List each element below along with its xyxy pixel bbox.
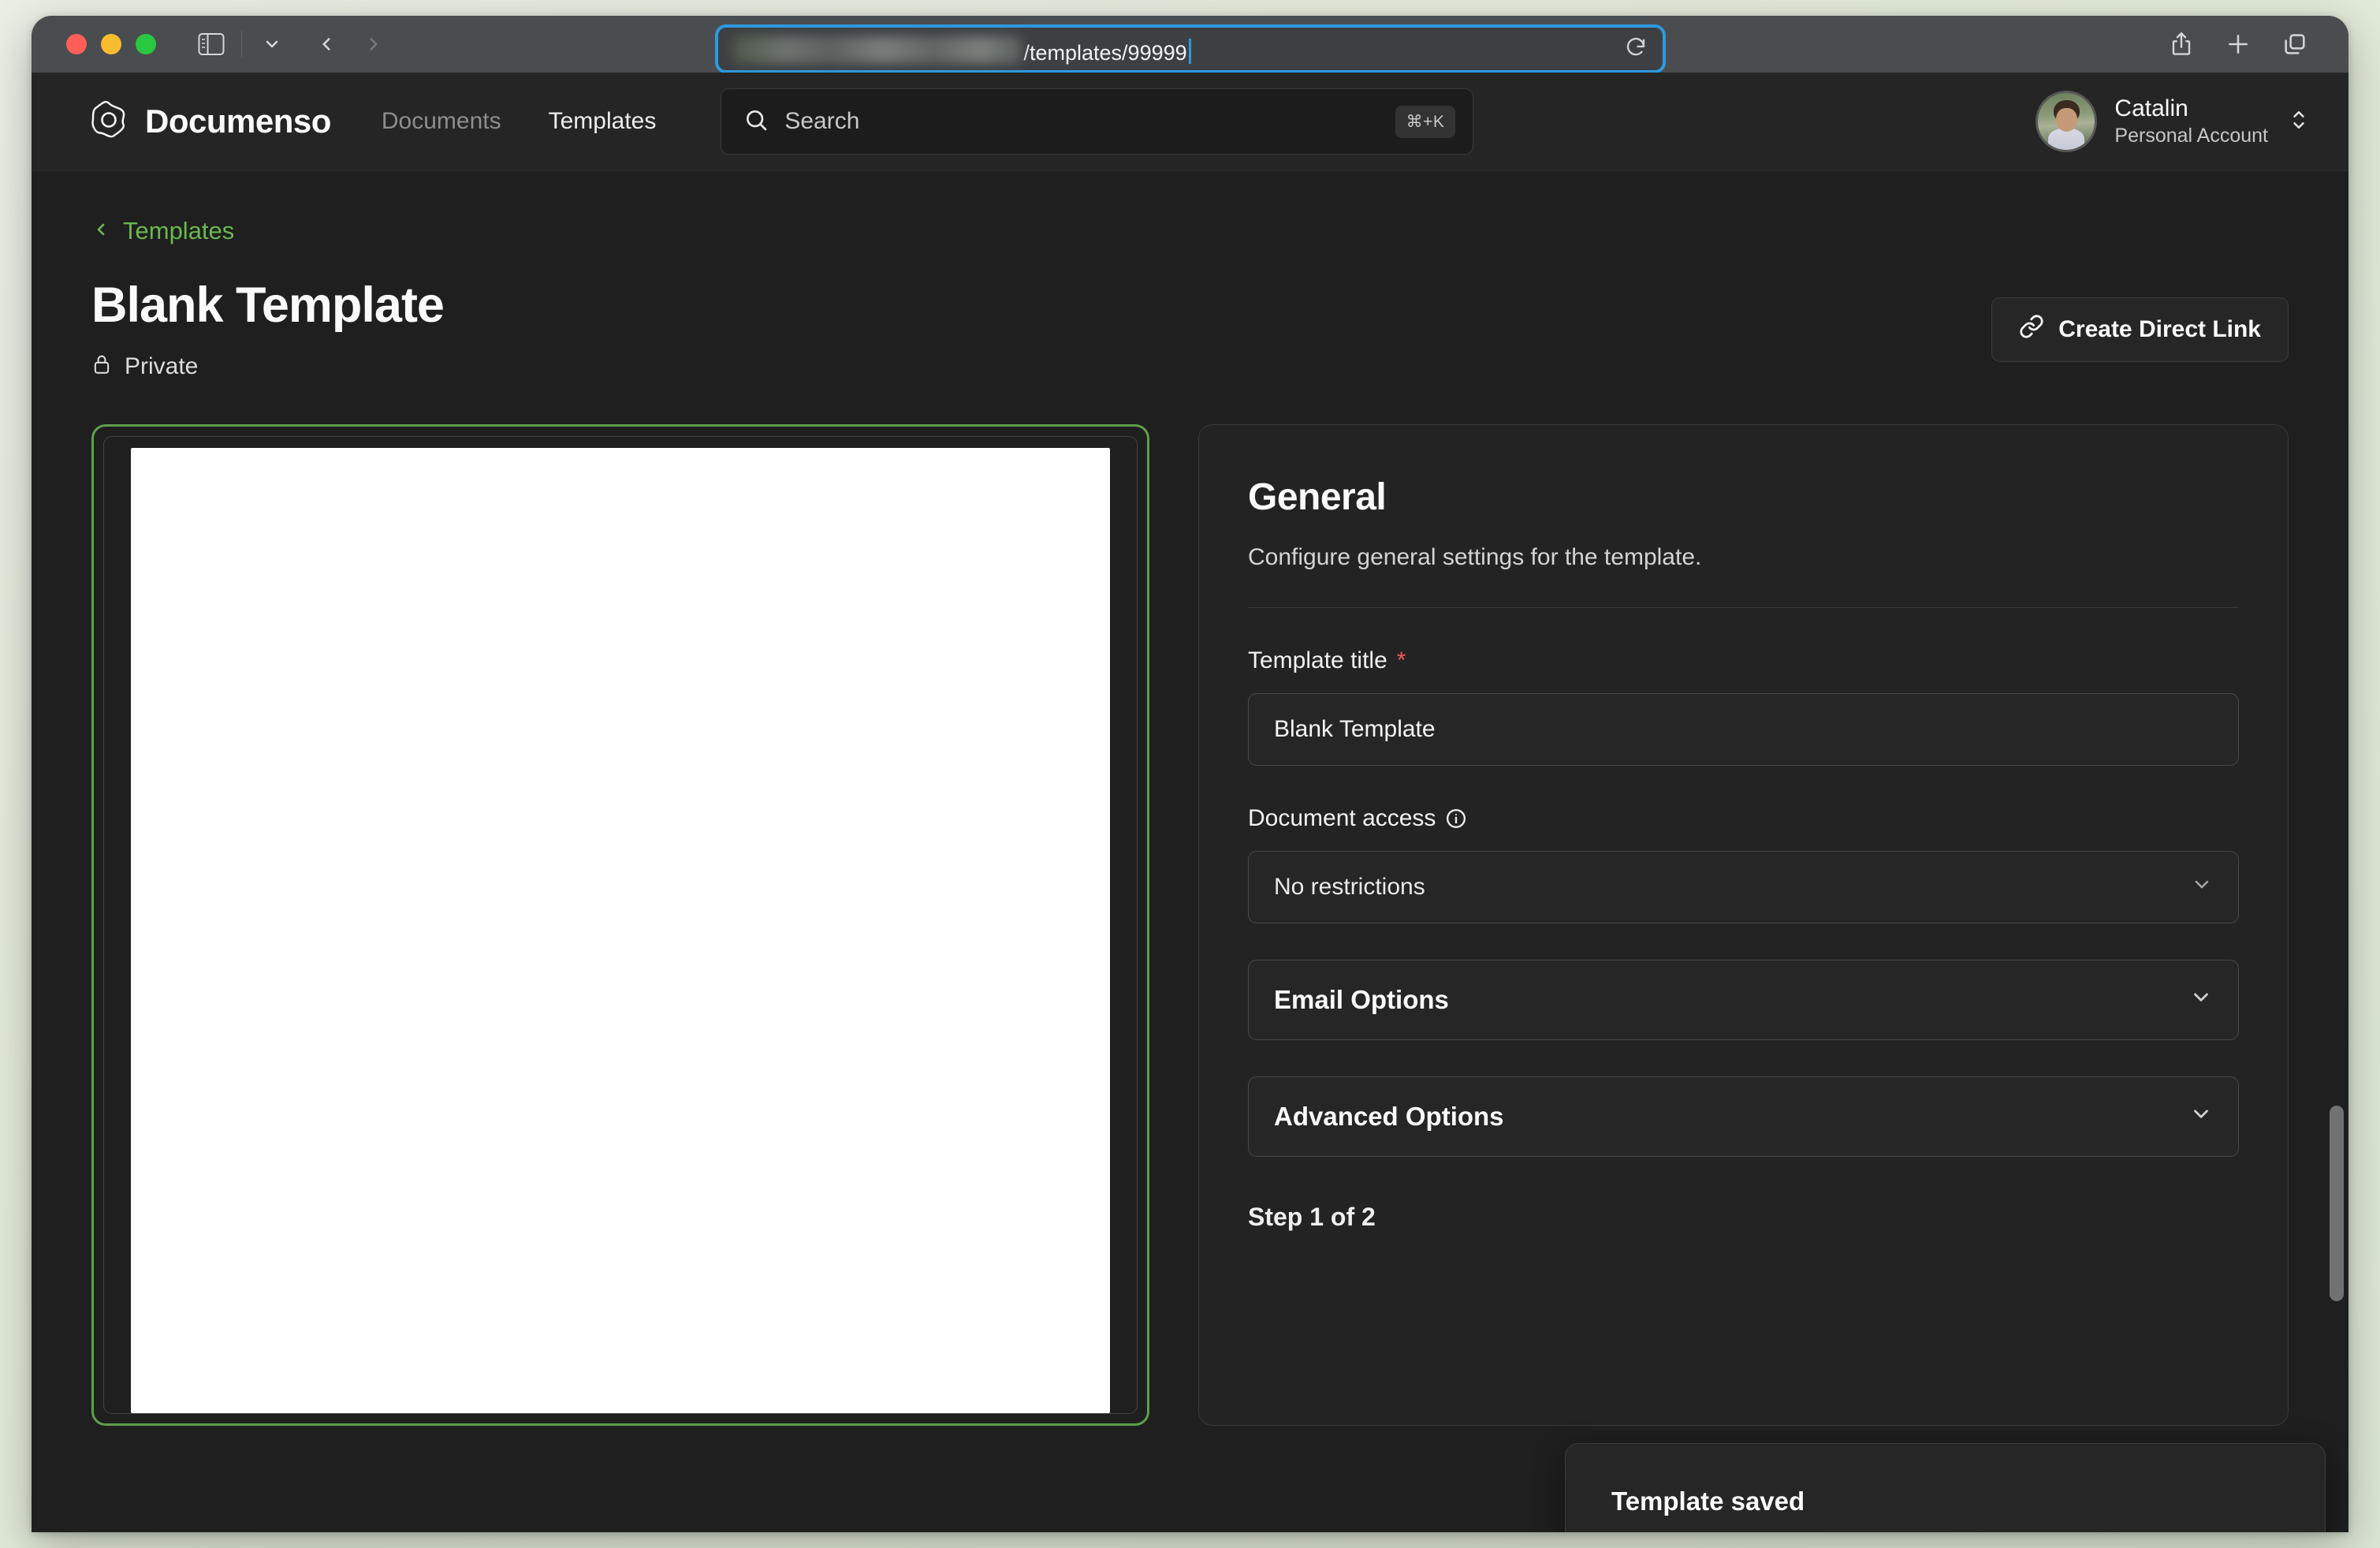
page-title: Blank Template xyxy=(91,277,444,334)
brand-name: Documenso xyxy=(145,103,331,140)
sidebar-toggle-icon[interactable] xyxy=(194,27,229,62)
chevron-down-icon xyxy=(2189,1102,2213,1132)
create-direct-link-button[interactable]: Create Direct Link xyxy=(1991,297,2289,362)
navigation-arrows xyxy=(310,28,390,61)
plus-icon[interactable] xyxy=(2221,27,2255,62)
account-name: Catalin xyxy=(2114,95,2268,124)
scrollbar-thumb[interactable] xyxy=(2330,1106,2344,1301)
email-options-accordion[interactable]: Email Options xyxy=(1248,960,2239,1040)
info-icon[interactable] xyxy=(1445,808,1467,830)
document-page xyxy=(131,448,1110,1413)
search-input[interactable]: Search ⌘+K xyxy=(721,88,1473,155)
reload-icon[interactable] xyxy=(1624,35,1648,63)
toolbar-divider xyxy=(241,31,242,58)
url-path: /templates/99999 xyxy=(1024,41,1187,65)
advanced-options-accordion[interactable]: Advanced Options xyxy=(1248,1076,2239,1157)
template-title-label-row: Template title * xyxy=(1248,647,2239,674)
account-text: Catalin Personal Account xyxy=(2114,95,2268,147)
search-icon xyxy=(743,107,769,136)
breadcrumb-label: Templates xyxy=(123,217,234,245)
share-icon[interactable] xyxy=(2164,27,2199,62)
document-preview-inner xyxy=(103,436,1138,1414)
documenso-mark-icon xyxy=(88,99,129,144)
toolbar-right-group xyxy=(2164,27,2323,62)
email-options-label: Email Options xyxy=(1274,985,1449,1015)
browser-window: /templates/99999 xyxy=(32,16,2348,1532)
create-direct-link-label: Create Direct Link xyxy=(2058,316,2261,343)
lock-icon xyxy=(91,352,112,380)
address-bar[interactable]: /templates/99999 xyxy=(717,27,1663,71)
forward-arrow-icon[interactable] xyxy=(357,28,390,61)
visibility-label: Private xyxy=(125,353,198,380)
url-text: /templates/99999 xyxy=(733,33,1191,65)
account-type: Personal Account xyxy=(2114,124,2268,148)
text-cursor xyxy=(1189,39,1191,64)
minimize-window-button[interactable] xyxy=(101,34,121,54)
template-title-field: Template title * Blank Template xyxy=(1248,647,2239,766)
toolbar-left-group xyxy=(194,27,289,62)
url-input[interactable]: /templates/99999 xyxy=(717,27,1663,71)
title-row: Blank Template Private xyxy=(91,277,2289,380)
document-preview-card[interactable] xyxy=(91,424,1149,1426)
chevron-down-icon xyxy=(2191,873,2213,901)
document-access-field: Document access No restrictions xyxy=(1248,805,2239,923)
toast-notification[interactable]: Template saved Your templates has been s… xyxy=(1565,1443,2326,1532)
maximize-window-button[interactable] xyxy=(136,34,156,54)
toast-title: Template saved xyxy=(1611,1486,2279,1516)
template-title-value: Blank Template xyxy=(1274,716,1436,743)
search-placeholder: Search xyxy=(784,108,1379,135)
account-switcher[interactable]: Catalin Personal Account xyxy=(2035,91,2309,152)
main-nav: Documents Templates xyxy=(382,108,656,135)
close-window-button[interactable] xyxy=(66,34,87,54)
settings-description: Configure general settings for the templ… xyxy=(1248,544,2239,571)
back-arrow-icon[interactable] xyxy=(310,28,343,61)
document-access-value: No restrictions xyxy=(1274,874,1425,901)
breadcrumb[interactable]: Templates xyxy=(91,217,2289,245)
content-grid: General Configure general settings for t… xyxy=(91,424,2289,1426)
app-header: Documenso Documents Templates Search ⌘+K xyxy=(32,73,2348,171)
traffic-lights xyxy=(66,34,156,54)
divider xyxy=(1248,607,2239,608)
general-settings-card: General Configure general settings for t… xyxy=(1198,424,2289,1426)
document-access-select[interactable]: No restrictions xyxy=(1248,851,2239,923)
chevron-down-icon[interactable] xyxy=(255,27,289,62)
document-access-label: Document access xyxy=(1248,805,1436,832)
advanced-options-label: Advanced Options xyxy=(1274,1102,1504,1132)
visibility-badge: Private xyxy=(91,352,444,380)
document-access-label-row: Document access xyxy=(1248,805,2239,832)
chevrons-up-down-icon xyxy=(2289,106,2309,137)
redacted-domain xyxy=(733,36,1021,63)
template-title-input[interactable]: Blank Template xyxy=(1248,693,2239,766)
app-viewport: Documenso Documents Templates Search ⌘+K xyxy=(32,73,2348,1532)
title-block: Blank Template Private xyxy=(91,277,444,380)
template-title-label: Template title xyxy=(1248,647,1387,674)
brand-logo[interactable]: Documenso xyxy=(88,99,331,144)
tab-overview-icon[interactable] xyxy=(2278,27,2312,62)
link-icon xyxy=(2019,314,2044,345)
nav-item-templates[interactable]: Templates xyxy=(549,108,657,135)
nav-item-documents[interactable]: Documents xyxy=(382,108,501,135)
settings-heading: General xyxy=(1248,476,2239,519)
chevron-down-icon xyxy=(2189,985,2213,1015)
search-shortcut-badge: ⌘+K xyxy=(1395,106,1456,138)
chevron-left-icon xyxy=(91,218,110,245)
page-content: Templates Blank Template Private xyxy=(32,171,2348,1532)
browser-toolbar: /templates/99999 xyxy=(32,16,2348,73)
required-asterisk: * xyxy=(1397,647,1406,674)
step-indicator: Step 1 of 2 xyxy=(1248,1203,2239,1232)
vertical-scrollbar[interactable] xyxy=(2330,1106,2344,1531)
avatar xyxy=(2035,91,2097,152)
